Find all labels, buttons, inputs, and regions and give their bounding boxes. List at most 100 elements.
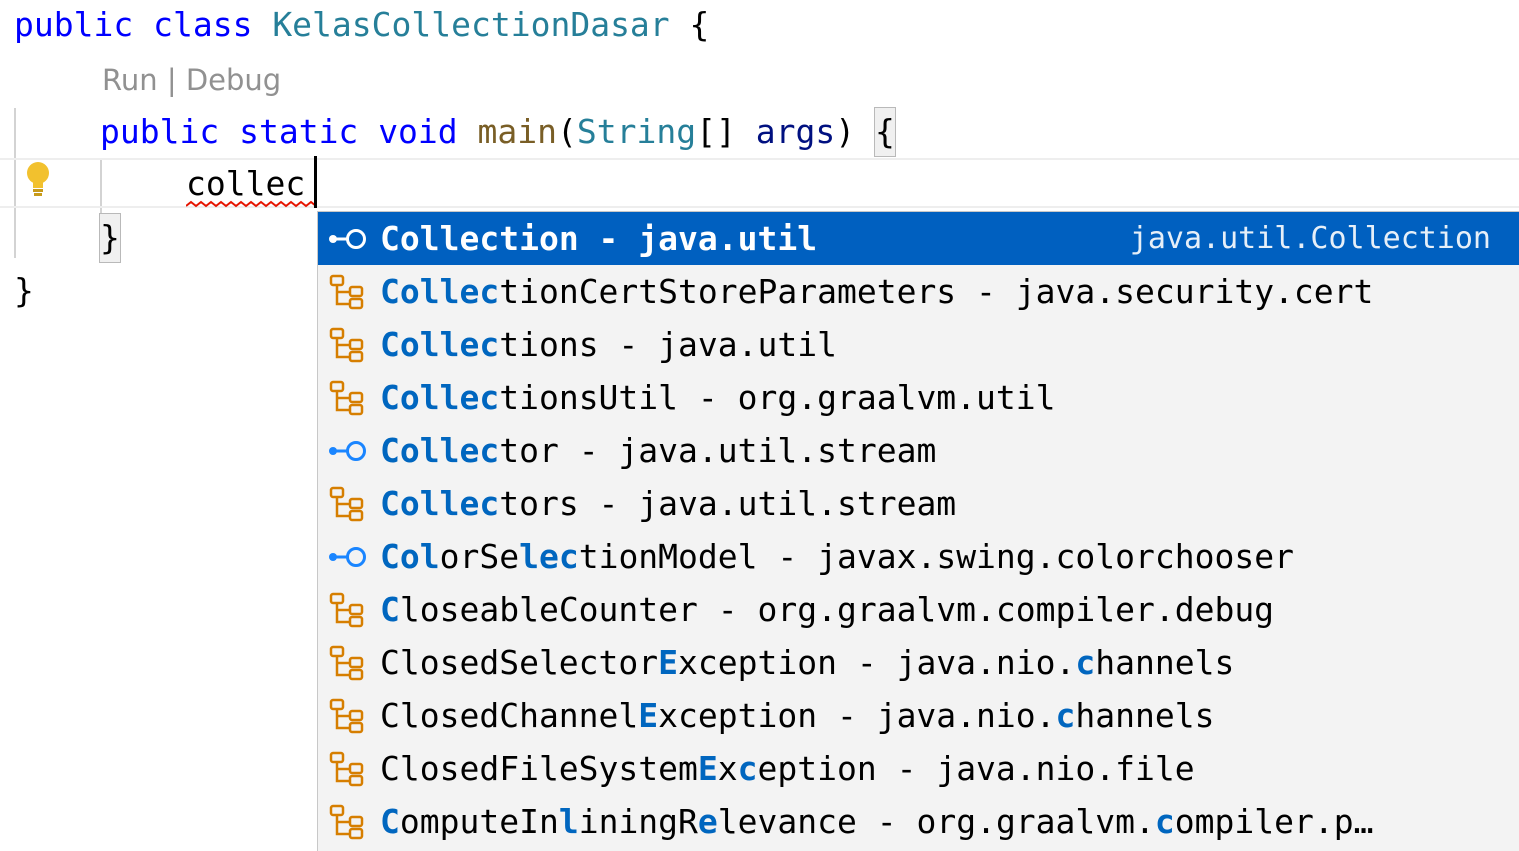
suggestion-detail: java.util.Collection: [1129, 221, 1491, 256]
label-text: ClosedFileSystem: [380, 749, 698, 788]
suggestion-item[interactable]: ColorSelectionModel - javax.swing.colorc…: [318, 530, 1519, 583]
suggestion-label: ClosedChannelException - java.nio.channe…: [380, 696, 1519, 735]
label-text: tionsUtil - org.graalvm.util: [499, 378, 1056, 417]
label-text: orSe: [439, 537, 520, 576]
match-highlight: E: [638, 696, 659, 735]
label-text: ClosedSelector: [380, 643, 659, 682]
suggestion-label: CollectionCertStoreParameters - java.sec…: [380, 272, 1519, 311]
suggestion-label: ComputeInliningRelevance - org.graalvm.c…: [380, 802, 1519, 841]
match-highlight: e: [697, 802, 718, 841]
keyword-class: class: [153, 5, 253, 44]
match-highlight: E: [658, 643, 679, 682]
match-highlight: Collec: [380, 272, 500, 311]
label-text: tions - java.util: [499, 325, 837, 364]
suggestion-label: Collection - java.util: [380, 219, 1130, 258]
method-open-brace: {: [873, 107, 896, 157]
autocomplete-popup[interactable]: Collection - java.util java.util.Collecti…: [317, 211, 1519, 851]
match-highlight: c: [1154, 802, 1175, 841]
codelens-run-link[interactable]: Run: [102, 63, 158, 97]
interface-icon: [326, 537, 370, 577]
close-paren: ): [835, 112, 856, 151]
keyword-public: public: [100, 112, 220, 151]
match-highlight: l: [558, 802, 579, 841]
label-text: tionModel - javax.swing.colorchooser: [578, 537, 1294, 576]
suggestion-item[interactable]: ClosedSelectorException - java.nio.chann…: [318, 636, 1519, 689]
suggestion-label: Collections - java.util: [380, 325, 1519, 364]
suggestion-label: ColorSelectionModel - javax.swing.colorc…: [380, 537, 1519, 576]
class-close-line: }: [14, 267, 34, 315]
array-brackets: []: [696, 112, 736, 151]
label-text: eption - java.nio.file: [757, 749, 1195, 788]
lightbulb-icon[interactable]: [24, 160, 52, 198]
class-close-brace: }: [14, 271, 34, 310]
suggestion-item[interactable]: Collector - java.util.stream: [318, 424, 1519, 477]
suggestion-label: CollectionsUtil - org.graalvm.util: [380, 378, 1519, 417]
class-icon: [326, 378, 370, 418]
label-text: ClosedChannel: [380, 696, 639, 735]
match-highlight: Col: [380, 537, 440, 576]
suggestion-label: Collectors - java.util.stream: [380, 484, 1519, 523]
match-highlight: c: [1075, 643, 1096, 682]
keyword-void: void: [378, 112, 458, 151]
codelens-debug-link[interactable]: Debug: [186, 63, 281, 97]
suggestion-label: Collector - java.util.stream: [380, 431, 1519, 470]
match-highlight: Collec: [380, 325, 500, 364]
label-text: iningR: [578, 802, 698, 841]
suggestion-item[interactable]: CollectionsUtil - org.graalvm.util: [318, 371, 1519, 424]
label-text: xception - java.nio.: [678, 643, 1076, 682]
match-highlight: Collec: [380, 378, 500, 417]
label-text: ompiler.p…: [1174, 802, 1374, 841]
class-open-brace: {: [689, 5, 710, 44]
suggestion-item[interactable]: CloseableCounter - org.graalvm.compiler.…: [318, 583, 1519, 636]
main-method-line: public static void main(String[] args) {: [100, 107, 896, 157]
label-text: hannels: [1095, 643, 1235, 682]
label-text: tor - java.util.stream: [499, 431, 937, 470]
suggestion-item[interactable]: Collections - java.util: [318, 318, 1519, 371]
interface-icon: [326, 219, 370, 259]
match-highlight: c: [1055, 696, 1076, 735]
keyword-static: static: [239, 112, 359, 151]
param-name: args: [755, 112, 836, 151]
error-squiggle: [186, 200, 316, 208]
method-close-brace: }: [99, 213, 121, 263]
interface-icon: [326, 431, 370, 471]
param-type: String: [576, 112, 697, 151]
label-text: levance - org.graalvm.: [717, 802, 1155, 841]
match-highlight: c: [737, 749, 758, 788]
match-highlight: Collec: [380, 219, 500, 258]
suggestion-item[interactable]: ComputeInliningRelevance - org.graalvm.c…: [318, 795, 1519, 848]
method-name: main: [477, 112, 558, 151]
label-text: tion - java.util: [499, 219, 818, 258]
suggestion-item[interactable]: CollectionCertStoreParameters - java.sec…: [318, 265, 1519, 318]
match-highlight: C: [380, 590, 400, 629]
open-paren: (: [557, 112, 577, 151]
match-highlight: lec: [519, 537, 579, 576]
codelens-separator: |: [166, 63, 177, 97]
class-icon: [326, 802, 370, 842]
label-text: loseableCounter - org.graalvm.compiler.d…: [399, 590, 1275, 629]
codelens: Run | Debug: [102, 58, 281, 102]
class-name: KelasCollectionDasar: [272, 5, 670, 44]
label-text: tors - java.util.stream: [499, 484, 957, 523]
label-text: xception - java.nio.: [658, 696, 1056, 735]
suggestion-label: ClosedFileSystemException - java.nio.fil…: [380, 749, 1519, 788]
class-icon: [326, 749, 370, 789]
label-text: hannels: [1075, 696, 1215, 735]
suggestion-item[interactable]: Collectors - java.util.stream: [318, 477, 1519, 530]
text-cursor: [314, 156, 317, 208]
suggestion-item[interactable]: Collection - java.util java.util.Collecti…: [318, 212, 1519, 265]
keyword-public: public: [14, 5, 134, 44]
label-text: x: [717, 749, 738, 788]
suggestion-item[interactable]: ClosedChannelException - java.nio.channe…: [318, 689, 1519, 742]
suggestion-label: ClosedSelectorException - java.nio.chann…: [380, 643, 1519, 682]
suggestion-label: CloseableCounter - org.graalvm.compiler.…: [380, 590, 1519, 629]
suggestion-item[interactable]: ClosedFileSystemException - java.nio.fil…: [318, 742, 1519, 795]
class-icon: [326, 643, 370, 683]
method-close-line: }: [99, 213, 121, 263]
class-icon: [326, 484, 370, 524]
label-text: tionCertStoreParameters - java.security.…: [499, 272, 1374, 311]
match-highlight: Collec: [380, 484, 500, 523]
label-text: omputeIn: [399, 802, 559, 841]
match-highlight: C: [380, 802, 400, 841]
match-highlight: E: [697, 749, 718, 788]
